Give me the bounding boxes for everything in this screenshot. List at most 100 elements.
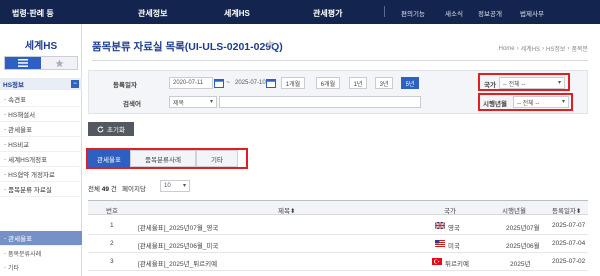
list-icon [18, 59, 28, 67]
table-row[interactable]: 2 [관세율표]_2025년06월_미국 미국 2025년06월 2025-07… [88, 235, 588, 253]
chevron-right-icon: › [567, 45, 570, 52]
dash-icon: - [4, 185, 7, 193]
country-highlight-box [478, 73, 570, 91]
sidebar-list-tab[interactable] [5, 57, 41, 69]
reset-button-label: 초기화 [107, 127, 125, 134]
nav-item-world-hs[interactable]: 세계HS [224, 8, 250, 19]
reset-button[interactable]: 초기화 [88, 122, 134, 136]
sidebar-item-classification-archive[interactable]: - 품목분류 자료실 [0, 182, 82, 197]
row-title-link[interactable]: [관세율표]_2025년_튀르키예 [138, 258, 217, 268]
nav-item-customs-valuation[interactable]: 관세평가 [313, 8, 342, 19]
calendar-icon[interactable] [214, 78, 224, 88]
header-number: 번호 [106, 208, 118, 215]
total-suffix: 건 [110, 186, 117, 193]
header-registered-date[interactable]: 등록일자⬍ [552, 205, 581, 215]
dash-icon: - [4, 125, 7, 133]
header-country: 국가 [444, 208, 456, 215]
keyword-type-value: 제목 [173, 100, 185, 107]
sidebar-section-hs-info[interactable]: HS정보 − [0, 78, 82, 90]
sidebar-item-label: 품목분류 자료실 [8, 187, 52, 194]
sidebar-item-hs-explanatory[interactable]: - HS해설서 [0, 107, 82, 122]
turkey-flag-icon [432, 258, 442, 265]
period-3-year-button[interactable]: 3년 [375, 77, 393, 89]
total-count-value: 49 [101, 186, 110, 193]
top-navigation-bar: 법령·판례 등 관세정보 세계HS 관세평가 편의기능 새소식 정보공개 법제사… [0, 0, 600, 24]
effective-date-highlight-box [478, 93, 573, 111]
favorite-star-icon[interactable]: ★ [265, 37, 275, 50]
page-title: 품목분류 자료실 목록(UI-ULS-0201-029Q) [92, 41, 283, 53]
us-flag-icon [435, 240, 445, 247]
period-5-year-button[interactable]: 5년 [401, 77, 419, 89]
calendar-icon[interactable] [266, 78, 276, 88]
chevron-down-icon: ▾ [209, 99, 213, 105]
uk-flag-icon [435, 222, 445, 229]
sidebar-subitem-cases[interactable]: - 품목분류사례 [0, 246, 82, 261]
dash-icon: - [4, 95, 7, 103]
dash-icon: - [4, 264, 6, 271]
sort-icon[interactable]: ⬍ [290, 208, 295, 215]
collapse-icon[interactable]: − [71, 80, 79, 88]
date-from-input[interactable]: 2020-07-11 [169, 77, 213, 89]
chevron-down-icon: ▾ [182, 183, 186, 189]
period-1-year-button[interactable]: 1년 [349, 77, 367, 89]
chevron-right-icon: › [516, 45, 519, 52]
keyword-input[interactable] [219, 96, 421, 108]
breadcrumb-world-hs[interactable]: 세계HS [521, 44, 540, 53]
period-1-month-button[interactable]: 1개월 [281, 77, 305, 89]
nav-item-customs-info[interactable]: 관세정보 [138, 8, 167, 19]
dash-icon: - [4, 250, 6, 257]
breadcrumb-current: 품목분 [571, 47, 588, 53]
row-effective-date: 2025년 [510, 261, 531, 268]
tabs-highlight-box [86, 148, 248, 169]
sidebar-title: 세계HS [24, 41, 58, 52]
sidebar-subitem-label: 품목분류사례 [8, 252, 42, 258]
table-row[interactable]: 3 [관세율표]_2025년_튀르키예 튀르키예 2025년 2025-07-0… [88, 253, 588, 271]
dash-icon: - [4, 234, 7, 242]
sidebar-item-label: HS협약 개정자료 [8, 172, 55, 179]
row-registered-date: 2025-07-07 [552, 222, 586, 229]
breadcrumb: Home › 세계HS › HS정보 › 품목분 [499, 44, 588, 54]
sidebar-item-label: HS비교 [8, 142, 30, 149]
sidebar-item-quick-table[interactable]: - 속견표 [0, 92, 82, 107]
per-page-select[interactable]: 10 ▾ [160, 180, 190, 192]
nav-item-laws[interactable]: 법령·판례 등 [12, 8, 54, 19]
row-effective-date: 2025년07월 [506, 225, 540, 232]
sidebar-item-label: 세계HS개정표 [8, 157, 48, 164]
dash-icon: - [4, 170, 7, 178]
row-country: 튀르키예 [445, 261, 469, 268]
sidebar-section-label: HS정보 [3, 82, 24, 89]
nav-util-disclosure[interactable]: 정보공개 [478, 8, 502, 18]
table-header: 번호 제목⬍ 국가 시행년월 등록일자⬍ [88, 200, 588, 215]
sort-icon[interactable]: ⬍ [576, 208, 581, 215]
sidebar-item-tariff-table[interactable]: - 관세율표 [0, 122, 82, 137]
sidebar-item-label: 속견표 [8, 97, 27, 104]
sidebar-subitem-label: 관세율표 [8, 236, 33, 243]
sidebar-item-world-hs-revision[interactable]: - 세계HS개정표 [0, 152, 82, 167]
header-title[interactable]: 제목⬍ [278, 205, 295, 215]
per-page-label: 페이지당 [122, 186, 146, 193]
sidebar-favorites-tab[interactable] [41, 57, 77, 69]
sidebar-item-label: HS해설서 [8, 112, 36, 119]
sidebar-subitem-etc[interactable]: - 기타 [0, 260, 82, 275]
breadcrumb-home[interactable]: Home [499, 46, 515, 52]
total-count: 전체 49 건 [88, 183, 117, 193]
total-prefix: 전체 [88, 186, 100, 193]
row-registered-date: 2025-07-02 [552, 258, 586, 265]
nav-util-legislation[interactable]: 법제사무 [520, 8, 544, 18]
table-row[interactable]: 1 [관세율표]_2025년07월_영국 영국 2025년07월 2025-07… [88, 217, 588, 235]
row-title-link[interactable]: [관세율표]_2025년06월_미국 [138, 240, 218, 250]
sidebar-item-hs-compare[interactable]: - HS비교 [0, 137, 82, 152]
chevron-right-icon: › [542, 45, 545, 52]
nav-util-news[interactable]: 새소식 [445, 8, 463, 18]
breadcrumb-hs-info[interactable]: HS정보 [546, 44, 565, 53]
sidebar-subitem-tariff-table[interactable]: - 관세율표 [0, 231, 82, 246]
period-6-month-button[interactable]: 6개월 [316, 77, 340, 89]
row-number: 3 [110, 258, 114, 265]
star-icon [54, 58, 64, 67]
row-title-link[interactable]: [관세율표]_2025년07월_영국 [138, 222, 218, 232]
sidebar-item-hs-convention[interactable]: - HS협약 개정자료 [0, 167, 82, 182]
nav-util-convenience[interactable]: 편의기능 [401, 8, 425, 18]
nav-divider [384, 6, 385, 17]
row-number: 1 [110, 222, 114, 229]
keyword-type-select[interactable]: 제목 ▾ [169, 96, 217, 108]
